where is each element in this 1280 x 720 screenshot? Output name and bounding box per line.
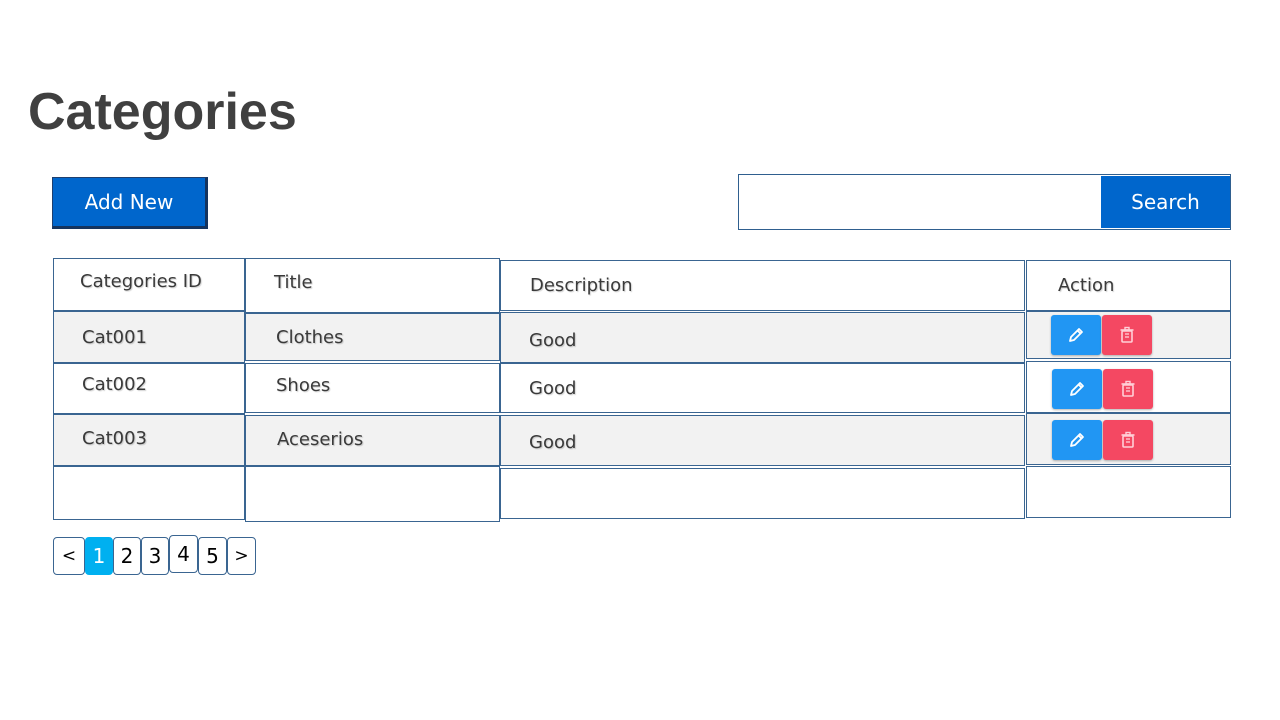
search-bar: Search bbox=[738, 174, 1231, 230]
pagination-page-5[interactable]: 5 bbox=[198, 537, 227, 575]
pagination-page-3[interactable]: 3 bbox=[141, 537, 169, 575]
pencil-icon bbox=[1070, 382, 1084, 396]
header-label: Action bbox=[1058, 275, 1115, 296]
pagination-prev-button[interactable]: < bbox=[53, 537, 85, 575]
column-header-categories-id: Categories ID bbox=[53, 258, 245, 311]
table-cell-description: Good bbox=[500, 363, 1025, 413]
cell-text: Clothes bbox=[276, 326, 344, 348]
table-cell-title: Clothes bbox=[245, 313, 500, 361]
pagination-page-1[interactable]: 1 bbox=[85, 537, 113, 575]
table-cell-empty bbox=[53, 466, 245, 520]
edit-button[interactable] bbox=[1052, 420, 1102, 460]
table-cell-description: Good bbox=[500, 415, 1025, 466]
search-input[interactable] bbox=[739, 175, 1099, 229]
table-cell-title: Aceserios bbox=[245, 415, 500, 466]
cell-text: Good bbox=[529, 329, 577, 351]
table-cell-empty bbox=[500, 468, 1025, 519]
cell-text: Good bbox=[529, 377, 577, 399]
pagination-page-2[interactable]: 2 bbox=[113, 537, 141, 575]
cell-text: Shoes bbox=[276, 374, 331, 396]
search-button[interactable]: Search bbox=[1101, 176, 1230, 228]
delete-button[interactable] bbox=[1103, 420, 1153, 460]
add-new-button[interactable]: Add New bbox=[52, 177, 208, 229]
table-cell-id: Cat003 bbox=[53, 414, 245, 466]
table-cell-id: Cat001 bbox=[53, 311, 245, 363]
cell-text: Aceserios bbox=[277, 429, 364, 450]
trash-icon bbox=[1120, 326, 1134, 343]
header-label: Title bbox=[274, 272, 313, 293]
pagination-next-button[interactable]: > bbox=[227, 537, 256, 575]
trash-icon bbox=[1121, 380, 1135, 397]
table-cell-empty bbox=[1026, 466, 1231, 518]
pagination-page-4[interactable]: 4 bbox=[169, 535, 198, 573]
pencil-icon bbox=[1070, 433, 1084, 447]
pencil-icon bbox=[1069, 328, 1083, 342]
edit-button[interactable] bbox=[1052, 369, 1102, 409]
header-label: Description bbox=[530, 275, 633, 296]
delete-button[interactable] bbox=[1103, 369, 1153, 409]
categories-page: Categories Add New Search Categories ID … bbox=[0, 0, 1280, 720]
table-cell-empty bbox=[245, 466, 500, 522]
delete-button[interactable] bbox=[1102, 315, 1152, 355]
edit-button[interactable] bbox=[1051, 315, 1101, 355]
page-title: Categories bbox=[28, 83, 297, 141]
column-header-description: Description bbox=[500, 260, 1025, 311]
table-cell-description: Good bbox=[500, 312, 1025, 363]
column-header-action: Action bbox=[1026, 260, 1231, 311]
column-header-title: Title bbox=[245, 258, 500, 313]
cell-text: Cat001 bbox=[82, 326, 148, 348]
trash-icon bbox=[1121, 431, 1135, 448]
cell-text: Cat003 bbox=[82, 427, 148, 449]
cell-text: Good bbox=[529, 432, 577, 453]
table-cell-title: Shoes bbox=[245, 363, 500, 413]
table-cell-id: Cat002 bbox=[53, 363, 245, 414]
header-label: Categories ID bbox=[80, 271, 202, 292]
cell-text: Cat002 bbox=[82, 374, 148, 395]
